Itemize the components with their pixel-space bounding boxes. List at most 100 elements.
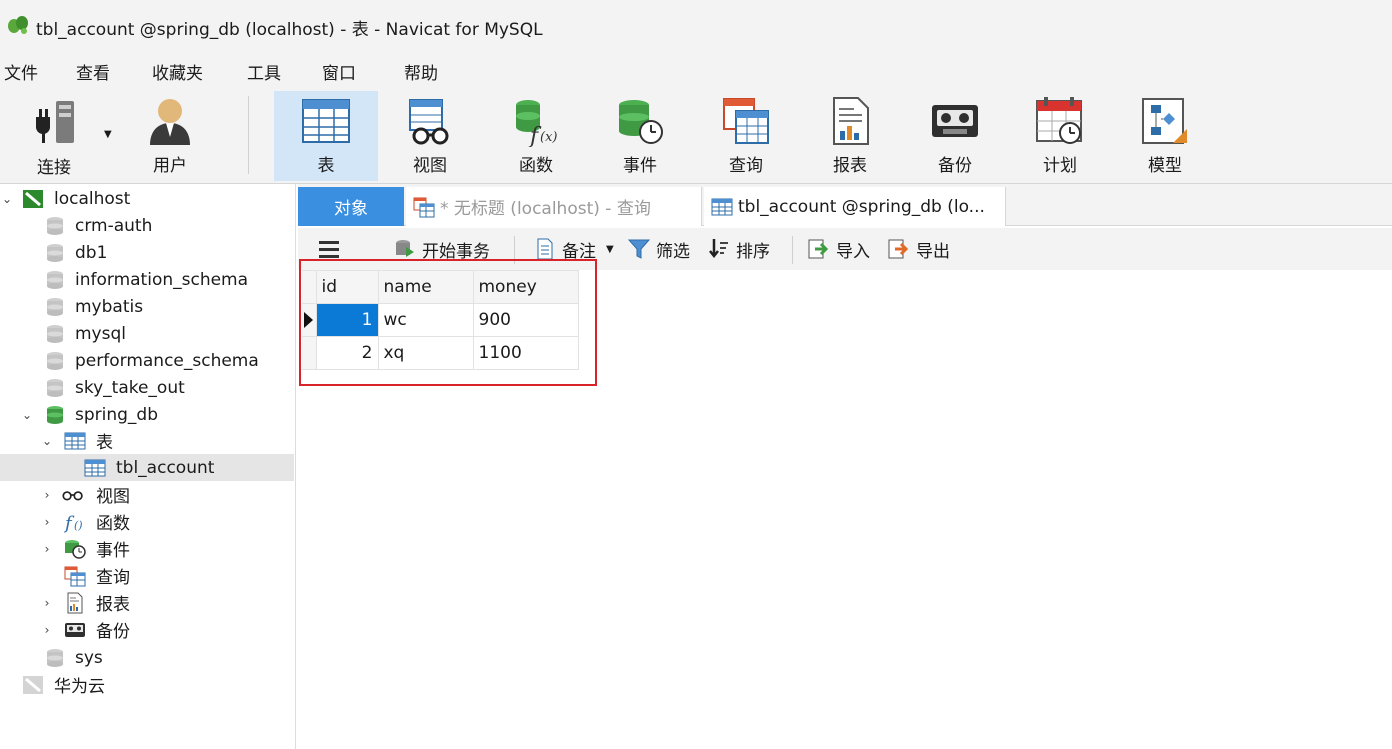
- database-icon: [47, 648, 63, 667]
- tree-group-views[interactable]: › 视图: [0, 481, 294, 508]
- report-button[interactable]: 报表: [800, 91, 900, 181]
- menu-hamburger-icon[interactable]: [318, 236, 340, 262]
- backup-label: 备份: [938, 156, 972, 176]
- chevron-down-icon[interactable]: ⌄: [0, 192, 14, 206]
- tree-group-functions[interactable]: › f() 函数: [0, 508, 294, 535]
- menu-file[interactable]: 文件: [4, 59, 38, 84]
- chevron-right-icon[interactable]: ›: [40, 542, 54, 556]
- chevron-right-icon[interactable]: ›: [40, 596, 54, 610]
- view-button[interactable]: 视图: [380, 91, 480, 181]
- query-icon: [413, 197, 435, 217]
- schedule-button[interactable]: 计划: [1010, 91, 1110, 181]
- query-icon: [718, 91, 774, 151]
- tree-group-queries[interactable]: 查询: [0, 562, 294, 589]
- column-header-money[interactable]: money: [472, 270, 579, 304]
- menu-favorites[interactable]: 收藏夹: [152, 59, 203, 84]
- column-header-name[interactable]: name: [377, 270, 474, 304]
- cell-id[interactable]: 1: [315, 303, 379, 337]
- cell-name[interactable]: xq: [377, 336, 474, 370]
- chevron-down-icon[interactable]: ⌄: [20, 408, 34, 422]
- filter-icon: [628, 239, 650, 259]
- event-icon: [612, 91, 668, 151]
- database-icon: [47, 378, 63, 397]
- function-icon: f(): [64, 513, 83, 533]
- menu-help[interactable]: 帮助: [404, 59, 438, 84]
- table-row[interactable]: 1 wc 900: [302, 303, 579, 337]
- note-button[interactable]: 备注 ▼: [534, 236, 614, 262]
- cell-money[interactable]: 1100: [472, 336, 579, 370]
- database-icon: [47, 243, 63, 262]
- tree-db-mybatis[interactable]: mybatis: [0, 293, 294, 320]
- sort-button[interactable]: 排序: [708, 236, 770, 262]
- svg-text:(): (): [74, 519, 83, 532]
- function-label: 函数: [519, 156, 553, 176]
- chevron-down-icon[interactable]: ⌄: [40, 434, 54, 448]
- table-icon: [298, 91, 354, 151]
- tree-group-backups[interactable]: › 备份: [0, 616, 294, 643]
- import-icon: [808, 239, 829, 259]
- main-toolbar: 连接 ▼ 用户 表 视图 f (x) 函数 事件 查询 报表 备份 计划 模型: [0, 88, 1392, 184]
- column-header-id[interactable]: id: [315, 270, 379, 304]
- model-label: 模型: [1148, 156, 1182, 176]
- tree-connection-huawei-cloud[interactable]: 华为云: [0, 671, 294, 698]
- tree-db-db1[interactable]: db1: [0, 239, 294, 266]
- table-icon: [64, 432, 86, 449]
- tree-group-tables[interactable]: ⌄ 表: [0, 427, 294, 454]
- menu-window[interactable]: 窗口: [322, 59, 356, 84]
- tab-untitled-query[interactable]: * 无标题 (localhost) - 查询: [406, 187, 702, 226]
- menu-tools[interactable]: 工具: [247, 59, 281, 84]
- chevron-down-icon[interactable]: ▼: [606, 244, 614, 255]
- tree-connection-localhost[interactable]: ⌄ localhost: [0, 185, 294, 212]
- tree-db-sky-take-out[interactable]: sky_take_out: [0, 374, 294, 401]
- cell-name[interactable]: wc: [377, 303, 474, 337]
- view-label: 视图: [413, 156, 447, 176]
- backup-button[interactable]: 备份: [905, 91, 1005, 181]
- transaction-icon: [396, 240, 414, 257]
- database-icon: [47, 297, 63, 316]
- query-icon: [64, 566, 86, 586]
- report-label: 报表: [833, 156, 867, 176]
- export-icon: [888, 239, 909, 259]
- connect-label: 连接: [37, 158, 71, 178]
- function-button[interactable]: f (x) 函数: [486, 91, 586, 181]
- tab-bar: 对象 * 无标题 (localhost) - 查询 tbl_account @s…: [298, 184, 1392, 226]
- toolbar-divider: [514, 236, 515, 264]
- query-button[interactable]: 查询: [696, 91, 796, 181]
- user-button[interactable]: 用户: [120, 91, 220, 181]
- table-row[interactable]: 2 xq 1100: [302, 336, 579, 370]
- export-button[interactable]: 导出: [888, 236, 950, 262]
- cell-money[interactable]: 900: [472, 303, 579, 337]
- model-button[interactable]: 模型: [1115, 91, 1215, 181]
- tab-objects[interactable]: 对象: [298, 187, 404, 226]
- toolbar-divider: [792, 236, 793, 264]
- title-bar: tbl_account @spring_db (localhost) - 表 -…: [0, 0, 1392, 50]
- tree-db-information-schema[interactable]: information_schema: [0, 266, 294, 293]
- import-button[interactable]: 导入: [808, 236, 870, 262]
- backup-icon: [927, 91, 983, 151]
- chevron-right-icon[interactable]: ›: [40, 623, 54, 637]
- chevron-right-icon[interactable]: ›: [40, 488, 54, 502]
- tree-db-crm-auth[interactable]: crm-auth: [0, 212, 294, 239]
- tab-tbl-account[interactable]: tbl_account @spring_db (lo...: [704, 187, 1006, 226]
- connect-button[interactable]: 连接 ▼: [0, 91, 116, 181]
- tree-db-spring-db[interactable]: ⌄ spring_db: [0, 401, 294, 428]
- database-icon: [47, 324, 63, 343]
- tree-group-reports[interactable]: › 报表: [0, 589, 294, 616]
- cell-id[interactable]: 2: [315, 336, 379, 370]
- filter-button[interactable]: 筛选: [628, 236, 690, 262]
- tree-table-tbl-account[interactable]: tbl_account: [0, 454, 294, 481]
- tree-group-events[interactable]: › 事件: [0, 535, 294, 562]
- backup-icon: [65, 622, 85, 637]
- chevron-right-icon[interactable]: ›: [40, 515, 54, 529]
- tree-db-sys[interactable]: sys: [0, 644, 294, 671]
- menu-view[interactable]: 查看: [76, 59, 110, 84]
- tree-db-performance-schema[interactable]: performance_schema: [0, 347, 294, 374]
- toolbar-divider: [248, 96, 249, 174]
- chevron-down-icon[interactable]: ▼: [104, 129, 112, 140]
- table-button[interactable]: 表: [274, 91, 378, 181]
- tree-db-mysql[interactable]: mysql: [0, 320, 294, 347]
- navicat-logo-icon: [8, 16, 28, 34]
- row-header-corner: [302, 270, 317, 304]
- begin-transaction-button[interactable]: 开始事务: [394, 236, 490, 262]
- event-button[interactable]: 事件: [590, 91, 690, 181]
